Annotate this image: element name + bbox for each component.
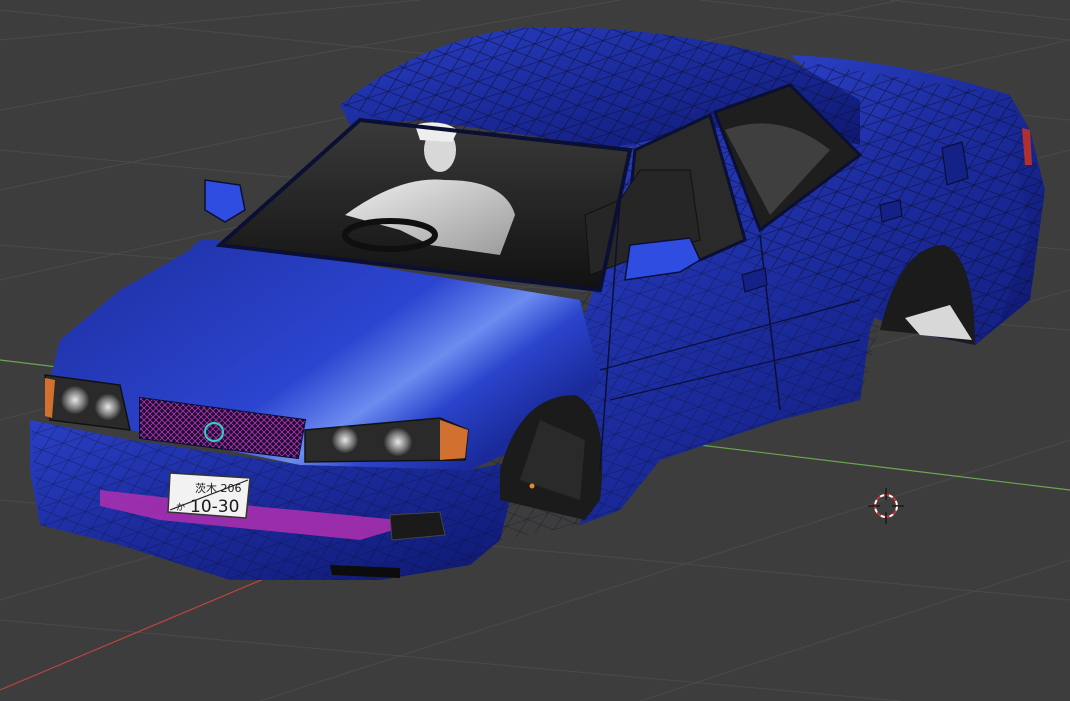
- license-plate: 茨木 206 か 10-30: [167, 472, 251, 519]
- 3d-cursor-icon[interactable]: [868, 488, 904, 524]
- 3d-viewport[interactable]: 茨木 206 か 10-30: [0, 0, 1070, 701]
- left-mirror: [204, 179, 246, 223]
- fog-light: [389, 511, 446, 541]
- plate-line-1: 茨木 206: [195, 481, 242, 495]
- viewport-canvas[interactable]: 茨木 206 か 10-30: [0, 0, 1070, 701]
